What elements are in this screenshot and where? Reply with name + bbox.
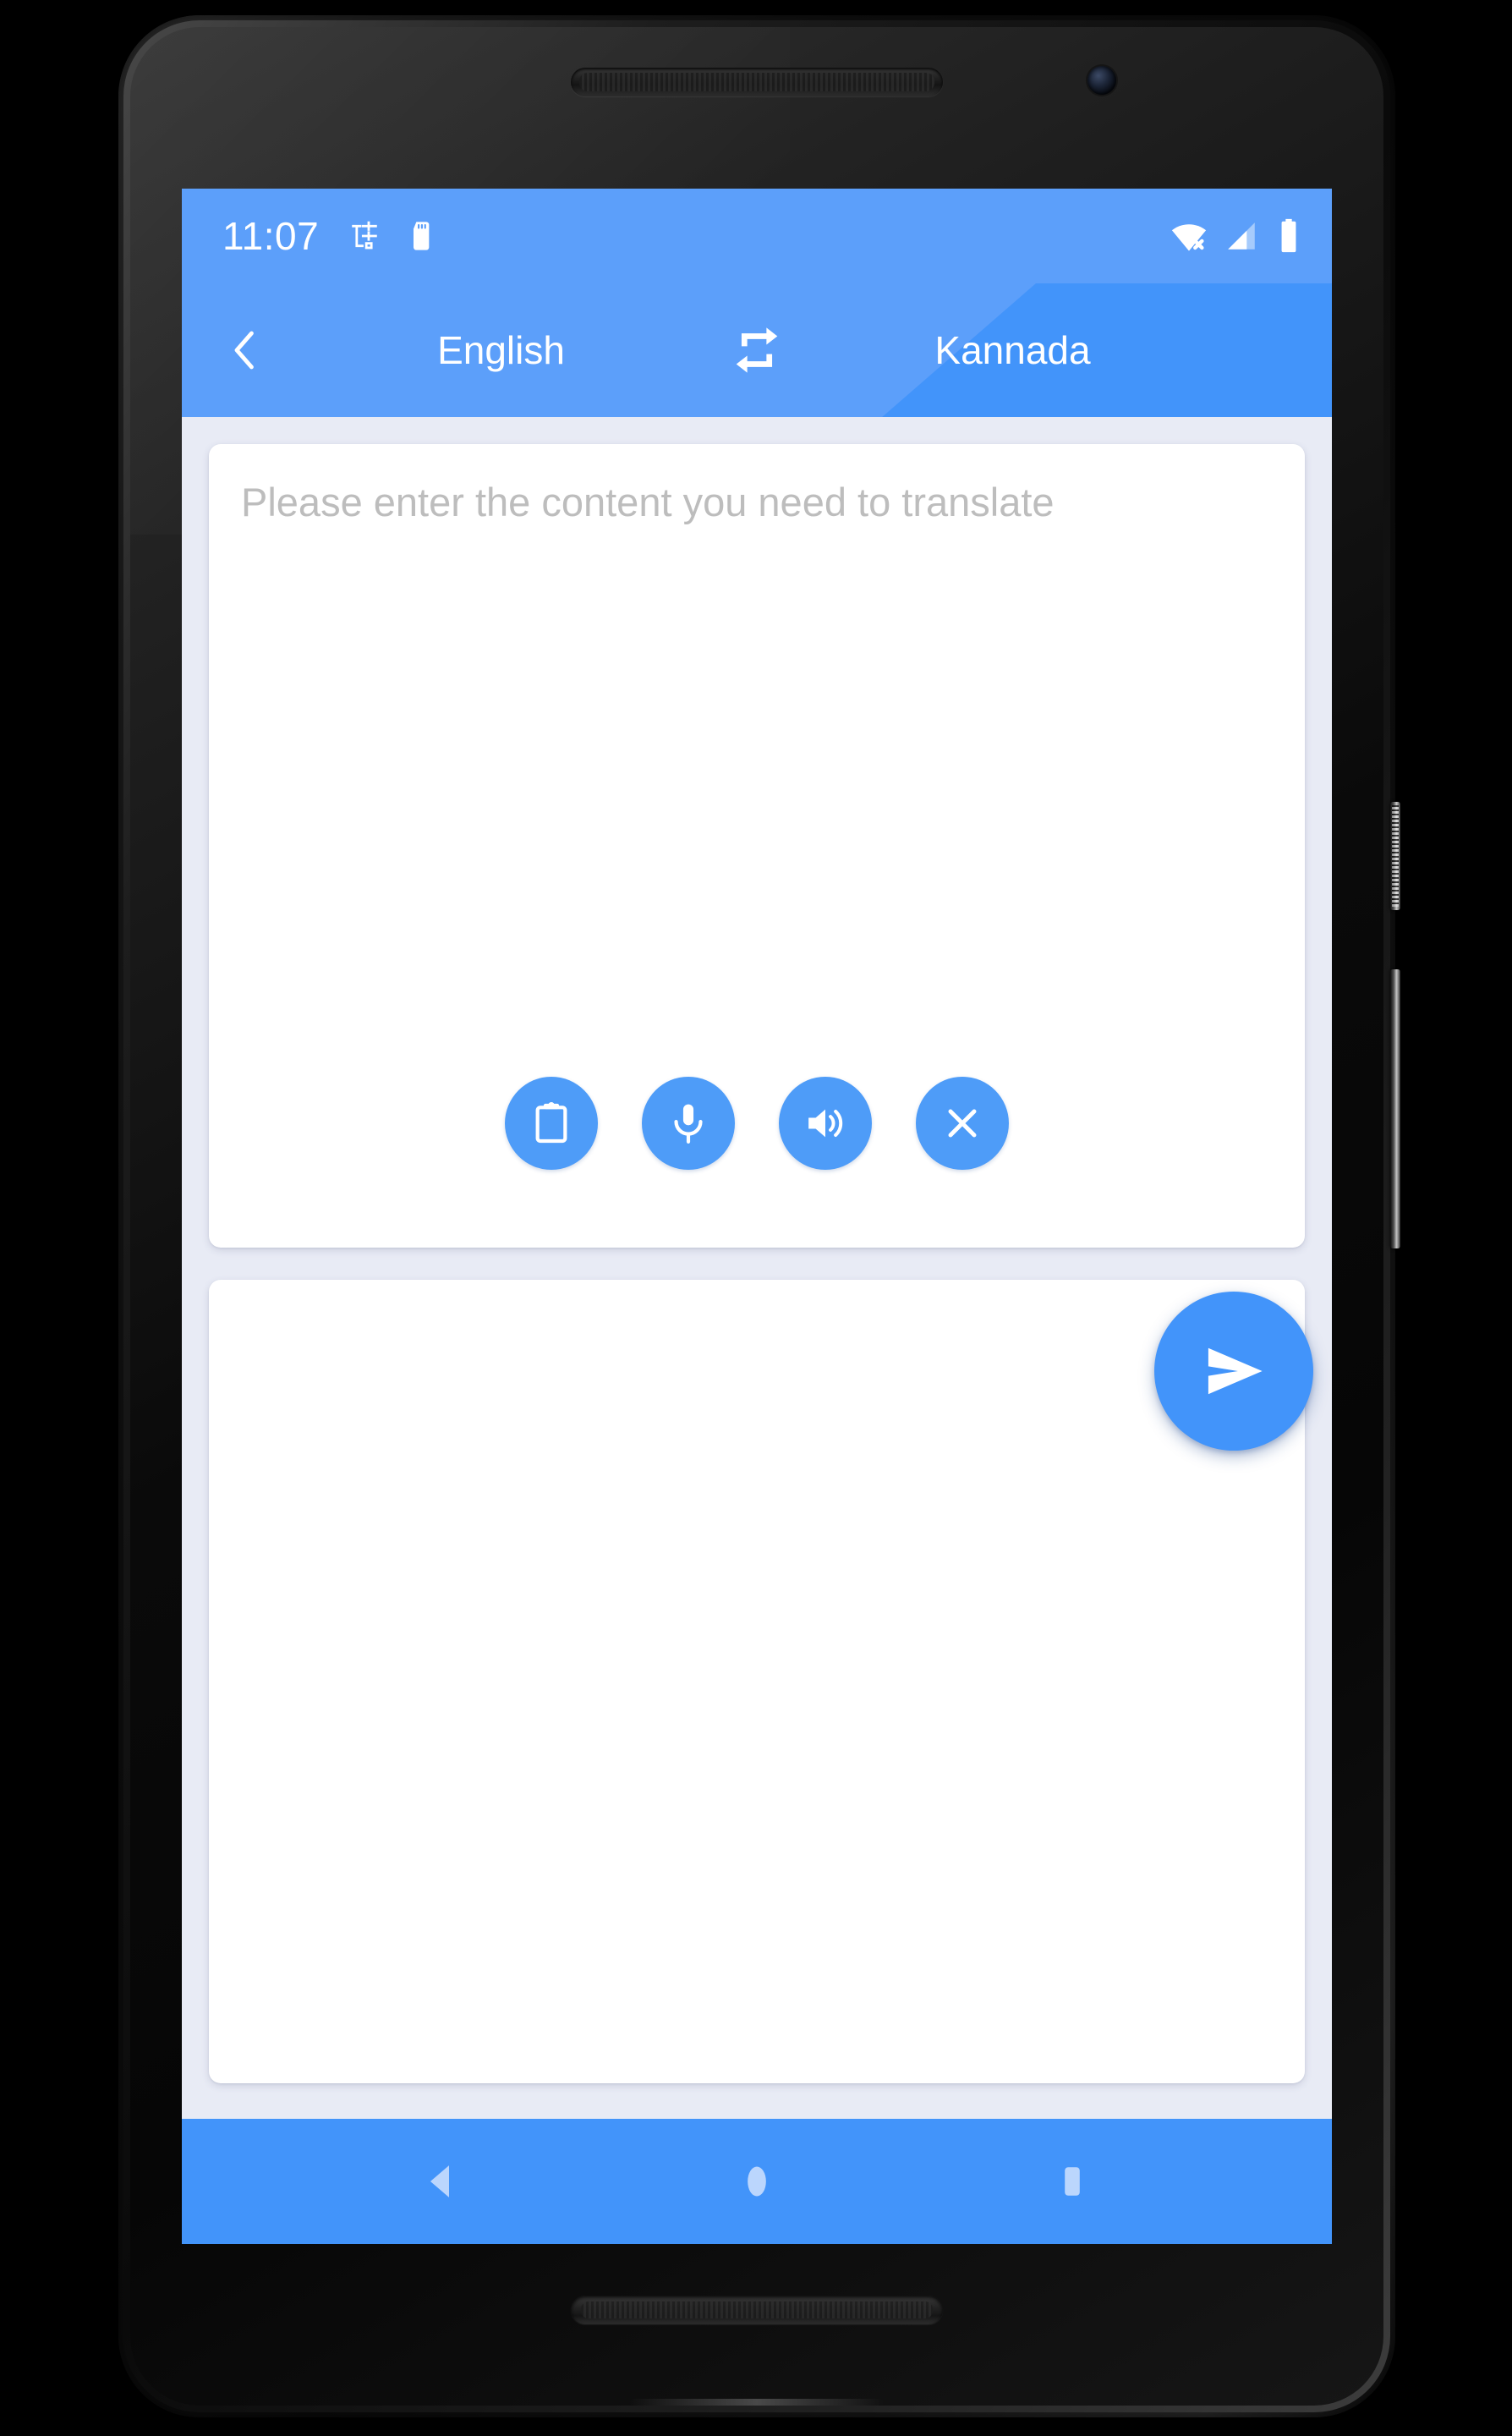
status-left-icons [348, 219, 439, 253]
swap-languages-button[interactable] [693, 324, 820, 376]
source-language-label: English [437, 328, 565, 372]
power-button[interactable] [1390, 802, 1400, 910]
microphone-icon [674, 1104, 703, 1144]
source-text-card[interactable]: Please enter the content you need to tra… [209, 444, 1305, 1248]
clipboard-icon [535, 1102, 567, 1144]
bottom-speaker [571, 2296, 943, 2324]
back-triangle-icon [430, 2165, 449, 2197]
source-language-selector[interactable]: English [309, 327, 693, 373]
source-text-placeholder: Please enter the content you need to tra… [241, 480, 1055, 524]
translated-text-card[interactable] [209, 1280, 1305, 2083]
back-button[interactable] [182, 283, 309, 417]
target-language-label: Kannada [934, 328, 1091, 372]
source-action-row [209, 1077, 1305, 1170]
wifi-off-icon [1171, 224, 1207, 251]
nav-back-button[interactable] [378, 2119, 505, 2244]
speaker-icon [808, 1109, 843, 1138]
volume-rocker-button[interactable] [1390, 969, 1400, 1248]
app-bar: English Kannada [182, 283, 1332, 417]
translate-content: Please enter the content you need to tra… [182, 417, 1332, 2119]
battery-full-icon [1281, 218, 1296, 253]
close-icon [948, 1109, 977, 1138]
nav-home-button[interactable] [693, 2119, 820, 2244]
home-circle-icon [748, 2166, 766, 2197]
status-time: 11:07 [222, 214, 320, 258]
android-navigation-bar [182, 2119, 1332, 2244]
phone-screen: 11:07 English Kannada Please enter the c… [182, 189, 1332, 2244]
translate-send-button[interactable] [1154, 1292, 1313, 1451]
phone-device: 11:07 English Kannada Please enter the c… [118, 15, 1400, 2417]
swap-horizontal-icon [736, 327, 778, 373]
chevron-left-icon [234, 331, 254, 370]
status-right-icons [1170, 217, 1303, 255]
paste-button[interactable] [505, 1077, 598, 1170]
send-icon [1208, 1347, 1263, 1395]
front-camera [1087, 66, 1116, 95]
status-bar: 11:07 [182, 189, 1332, 283]
card-gap [209, 1248, 1305, 1280]
usb-transfer-icon [352, 221, 377, 250]
chin-highlight [630, 2399, 884, 2406]
clear-button[interactable] [916, 1077, 1009, 1170]
sd-card-icon [414, 222, 430, 250]
speak-button[interactable] [779, 1077, 872, 1170]
voice-input-button[interactable] [642, 1077, 735, 1170]
nav-recents-button[interactable] [1009, 2119, 1136, 2244]
target-language-selector[interactable]: Kannada [820, 327, 1205, 373]
earpiece-speaker [571, 68, 943, 96]
cellular-signal-icon [1228, 222, 1255, 250]
recents-square-icon [1065, 2167, 1081, 2196]
